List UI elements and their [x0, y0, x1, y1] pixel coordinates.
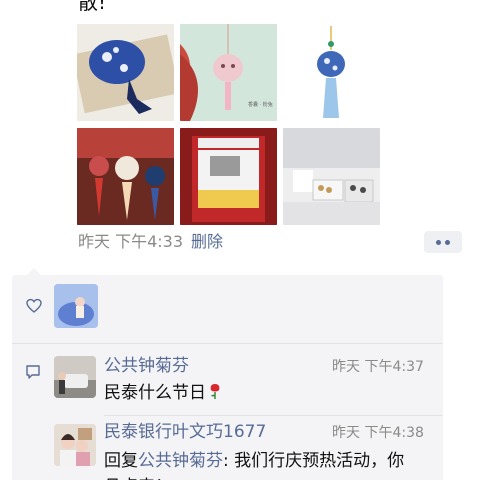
photo-pink-sachet[interactable]: 香囊 · 粉兔 — [180, 24, 277, 121]
photo-popcorn-machine[interactable] — [180, 128, 277, 225]
comment-time: 昨天 下午4:37 — [332, 359, 424, 375]
rabbit-sachets-image — [77, 128, 174, 225]
pink-sachet-image: 香囊 · 粉兔 — [180, 24, 277, 121]
image-watermark: 香囊 · 粉兔 — [248, 101, 273, 108]
like-avatar-image — [54, 284, 98, 328]
more-actions-button[interactable] — [424, 231, 462, 253]
commenter-avatar[interactable] — [54, 356, 96, 398]
snack-table-image — [283, 128, 380, 225]
reply-prefix: 回复 — [104, 451, 138, 471]
photo-blue-pendant[interactable] — [283, 24, 380, 121]
comment-body: 民泰什么节日 — [104, 383, 206, 403]
comment-text: 回复公共钟菊芬: 我们行庆预热活动，你 且点来！ — [104, 448, 438, 480]
avatar-image — [54, 356, 96, 398]
commenter-name[interactable]: 公共钟菊芬 — [104, 355, 189, 377]
comment-divider — [104, 415, 443, 416]
dot-icon — [436, 240, 441, 245]
dot-icon — [445, 240, 450, 245]
commenter-avatar[interactable] — [54, 424, 96, 466]
comment-text: 民泰什么节日 — [104, 380, 222, 406]
popcorn-machine-image — [180, 128, 277, 225]
photo-rabbit-sachets[interactable] — [77, 128, 174, 225]
post-text-tail: 散! — [78, 0, 107, 14]
commenter-name[interactable]: 民泰银行叶文巧1677 — [104, 421, 266, 443]
comment-time: 昨天 下午4:38 — [332, 425, 424, 441]
post-meta: 昨天 下午4:33 删除 — [78, 231, 223, 253]
likes-divider — [12, 343, 443, 344]
rose-icon — [210, 384, 220, 399]
photo-grid: 香囊 · 粉兔 — [77, 24, 381, 225]
photo-blue-sachet[interactable] — [77, 24, 174, 121]
heart-icon — [26, 298, 42, 313]
like-avatar[interactable] — [54, 284, 98, 328]
delete-link[interactable]: 删除 — [191, 232, 223, 251]
blue-sachet-image — [77, 24, 174, 121]
blue-pendant-image — [283, 24, 380, 121]
comment-icon — [26, 365, 40, 379]
post-time: 昨天 下午4:33 — [78, 232, 184, 251]
avatar-image — [54, 424, 96, 466]
reply-to-name[interactable]: 公共钟菊芬 — [138, 451, 223, 471]
photo-snack-table[interactable] — [283, 128, 380, 225]
